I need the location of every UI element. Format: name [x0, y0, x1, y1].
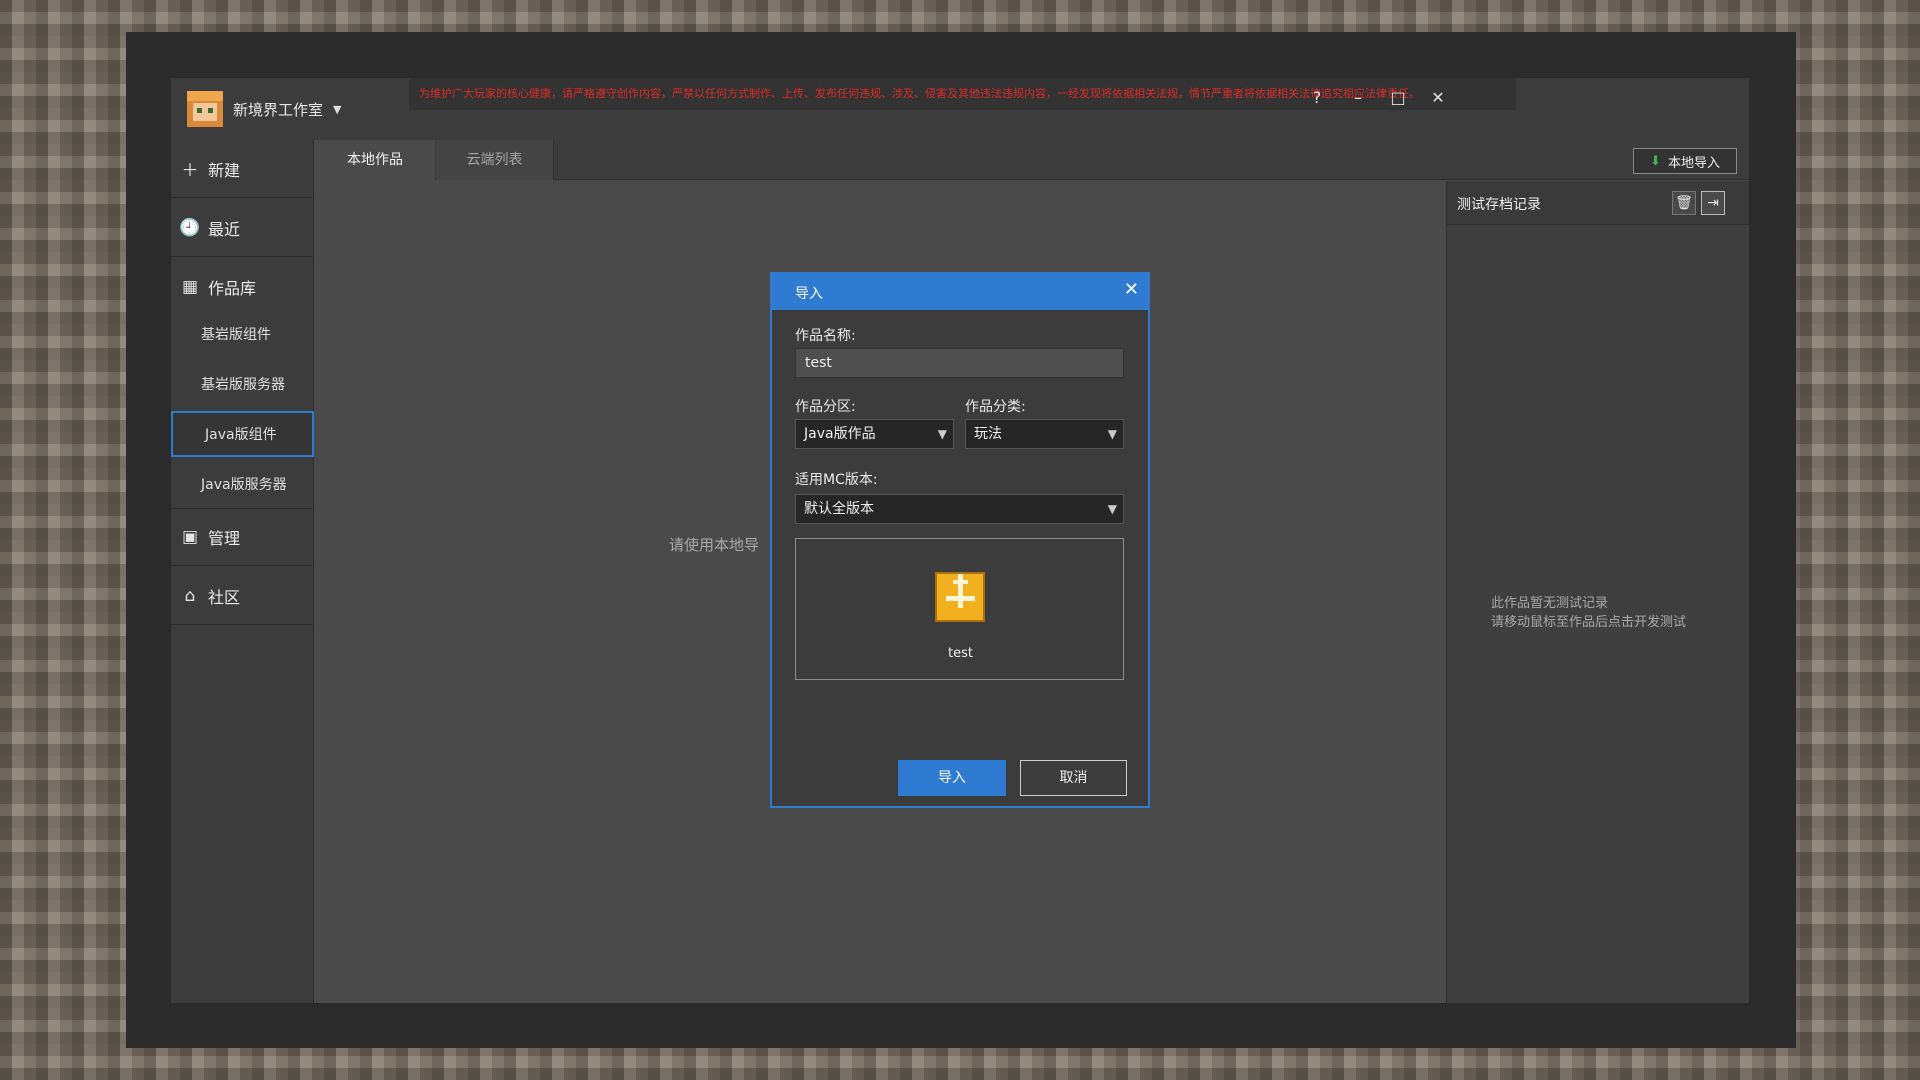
clock-icon: 🕘: [179, 217, 201, 238]
zone-select[interactable]: Java版作品 ▼: [795, 419, 954, 449]
studio-switcher[interactable]: 新境界工作室 ▼: [187, 89, 341, 129]
collapse-panel-icon[interactable]: ⇥: [1701, 191, 1725, 215]
studio-name: 新境界工作室: [233, 100, 324, 119]
studio-avatar: [187, 91, 223, 127]
sidebar-item-community[interactable]: ⌂ 社区: [171, 567, 314, 625]
chevron-down-icon: ▼: [937, 427, 947, 441]
title-bar: 新境界工作室 ▼ 为维护广大玩家的核心健康，请严格遵守创作内容，严禁以任何方式制…: [171, 78, 1749, 140]
local-import-label: 本地导入: [1667, 155, 1720, 171]
sidebar-item-manage[interactable]: ▣ 管理: [171, 508, 314, 566]
version-label: 适用MC版本:: [795, 472, 878, 488]
version-select[interactable]: 默认全版本 ▼: [795, 494, 1124, 524]
chevron-down-icon: ▼: [1107, 502, 1117, 516]
work-name-input[interactable]: test: [795, 348, 1124, 378]
name-label: 作品名称:: [795, 328, 856, 344]
sidebar-subitem-java-addon[interactable]: Java版组件: [171, 411, 314, 457]
version-select-value: 默认全版本: [804, 501, 874, 517]
test-records-panel: 测试存档记录 🗑 ⇥ 此作品暂无测试记录 请移动鼠标至作品后点击开发测试: [1446, 181, 1749, 1003]
sidebar: ＋ 新建 🕘 最近 ▦ 作品库 基岩版组件 基岩版服务器 Java版组件 Jav…: [171, 140, 314, 1003]
download-icon: ⬇: [1650, 153, 1661, 169]
sidebar-item-recent[interactable]: 🕘 最近: [171, 199, 314, 257]
sidebar-subitem-java-server[interactable]: Java版服务器: [171, 461, 314, 507]
zone-select-value: Java版作品: [804, 426, 876, 442]
zip-file-icon: [935, 572, 985, 622]
import-dialog: 导入 ✕ 作品名称: test 作品分区: Java版作品 ▼ 作品分类: 玩法…: [770, 272, 1150, 808]
local-import-button[interactable]: ⬇ 本地导入: [1633, 148, 1737, 174]
sidebar-item-label: 作品库: [208, 279, 257, 298]
trash-icon[interactable]: 🗑: [1672, 191, 1696, 215]
minimize-button[interactable]: –: [1343, 84, 1373, 112]
empty-records-line2: 请移动鼠标至作品后点击开发测试: [1491, 615, 1687, 630]
sidebar-subitem-bedrock-addon[interactable]: 基岩版组件: [171, 311, 314, 357]
sidebar-item-label: 社区: [208, 587, 241, 607]
grid-icon: ▣: [181, 527, 199, 547]
chevron-down-icon[interactable]: ▼: [333, 103, 341, 116]
category-select-value: 玩法: [974, 426, 1002, 442]
tab-bar: 本地作品 云端列表 ⬇ 本地导入: [315, 140, 1749, 180]
file-preview[interactable]: test: [795, 538, 1124, 680]
sidebar-item-label: 管理: [208, 529, 241, 548]
library-icon: ▦: [181, 277, 199, 297]
tab-local-works[interactable]: 本地作品: [315, 140, 435, 180]
home-icon: ⌂: [184, 585, 196, 606]
import-confirm-button[interactable]: 导入: [898, 760, 1006, 796]
sidebar-item-library[interactable]: ▦ 作品库: [171, 258, 314, 316]
test-records-header: 测试存档记录 🗑 ⇥: [1447, 181, 1749, 225]
panel-title: 测试存档记录: [1457, 197, 1541, 213]
sidebar-item-label: 新建: [208, 160, 241, 180]
preview-file-name: test: [948, 646, 973, 661]
close-icon[interactable]: ✕: [1124, 279, 1139, 300]
maximize-button[interactable]: □: [1383, 84, 1413, 112]
category-label: 作品分类:: [965, 399, 1026, 415]
zone-label: 作品分区:: [795, 399, 856, 415]
dialog-header: 导入 ✕: [772, 274, 1148, 310]
sidebar-item-label: 最近: [208, 219, 241, 239]
help-button[interactable]: ?: [1302, 84, 1332, 112]
tab-cloud-list[interactable]: 云端列表: [436, 140, 554, 180]
empty-records-line1: 此作品暂无测试记录: [1491, 596, 1609, 611]
chevron-down-icon: ▼: [1107, 427, 1117, 441]
empty-records-text: 此作品暂无测试记录 请移动鼠标至作品后点击开发测试: [1491, 594, 1686, 632]
plus-icon: ＋: [181, 161, 199, 181]
empty-hint: 请使用本地导: [669, 536, 760, 554]
sidebar-subitem-bedrock-server[interactable]: 基岩版服务器: [171, 361, 314, 407]
dialog-title: 导入: [795, 286, 823, 302]
category-select[interactable]: 玩法 ▼: [965, 419, 1124, 449]
sidebar-item-new[interactable]: ＋ 新建: [171, 140, 314, 198]
cancel-button[interactable]: 取消: [1020, 760, 1127, 796]
close-button[interactable]: ✕: [1423, 84, 1453, 112]
